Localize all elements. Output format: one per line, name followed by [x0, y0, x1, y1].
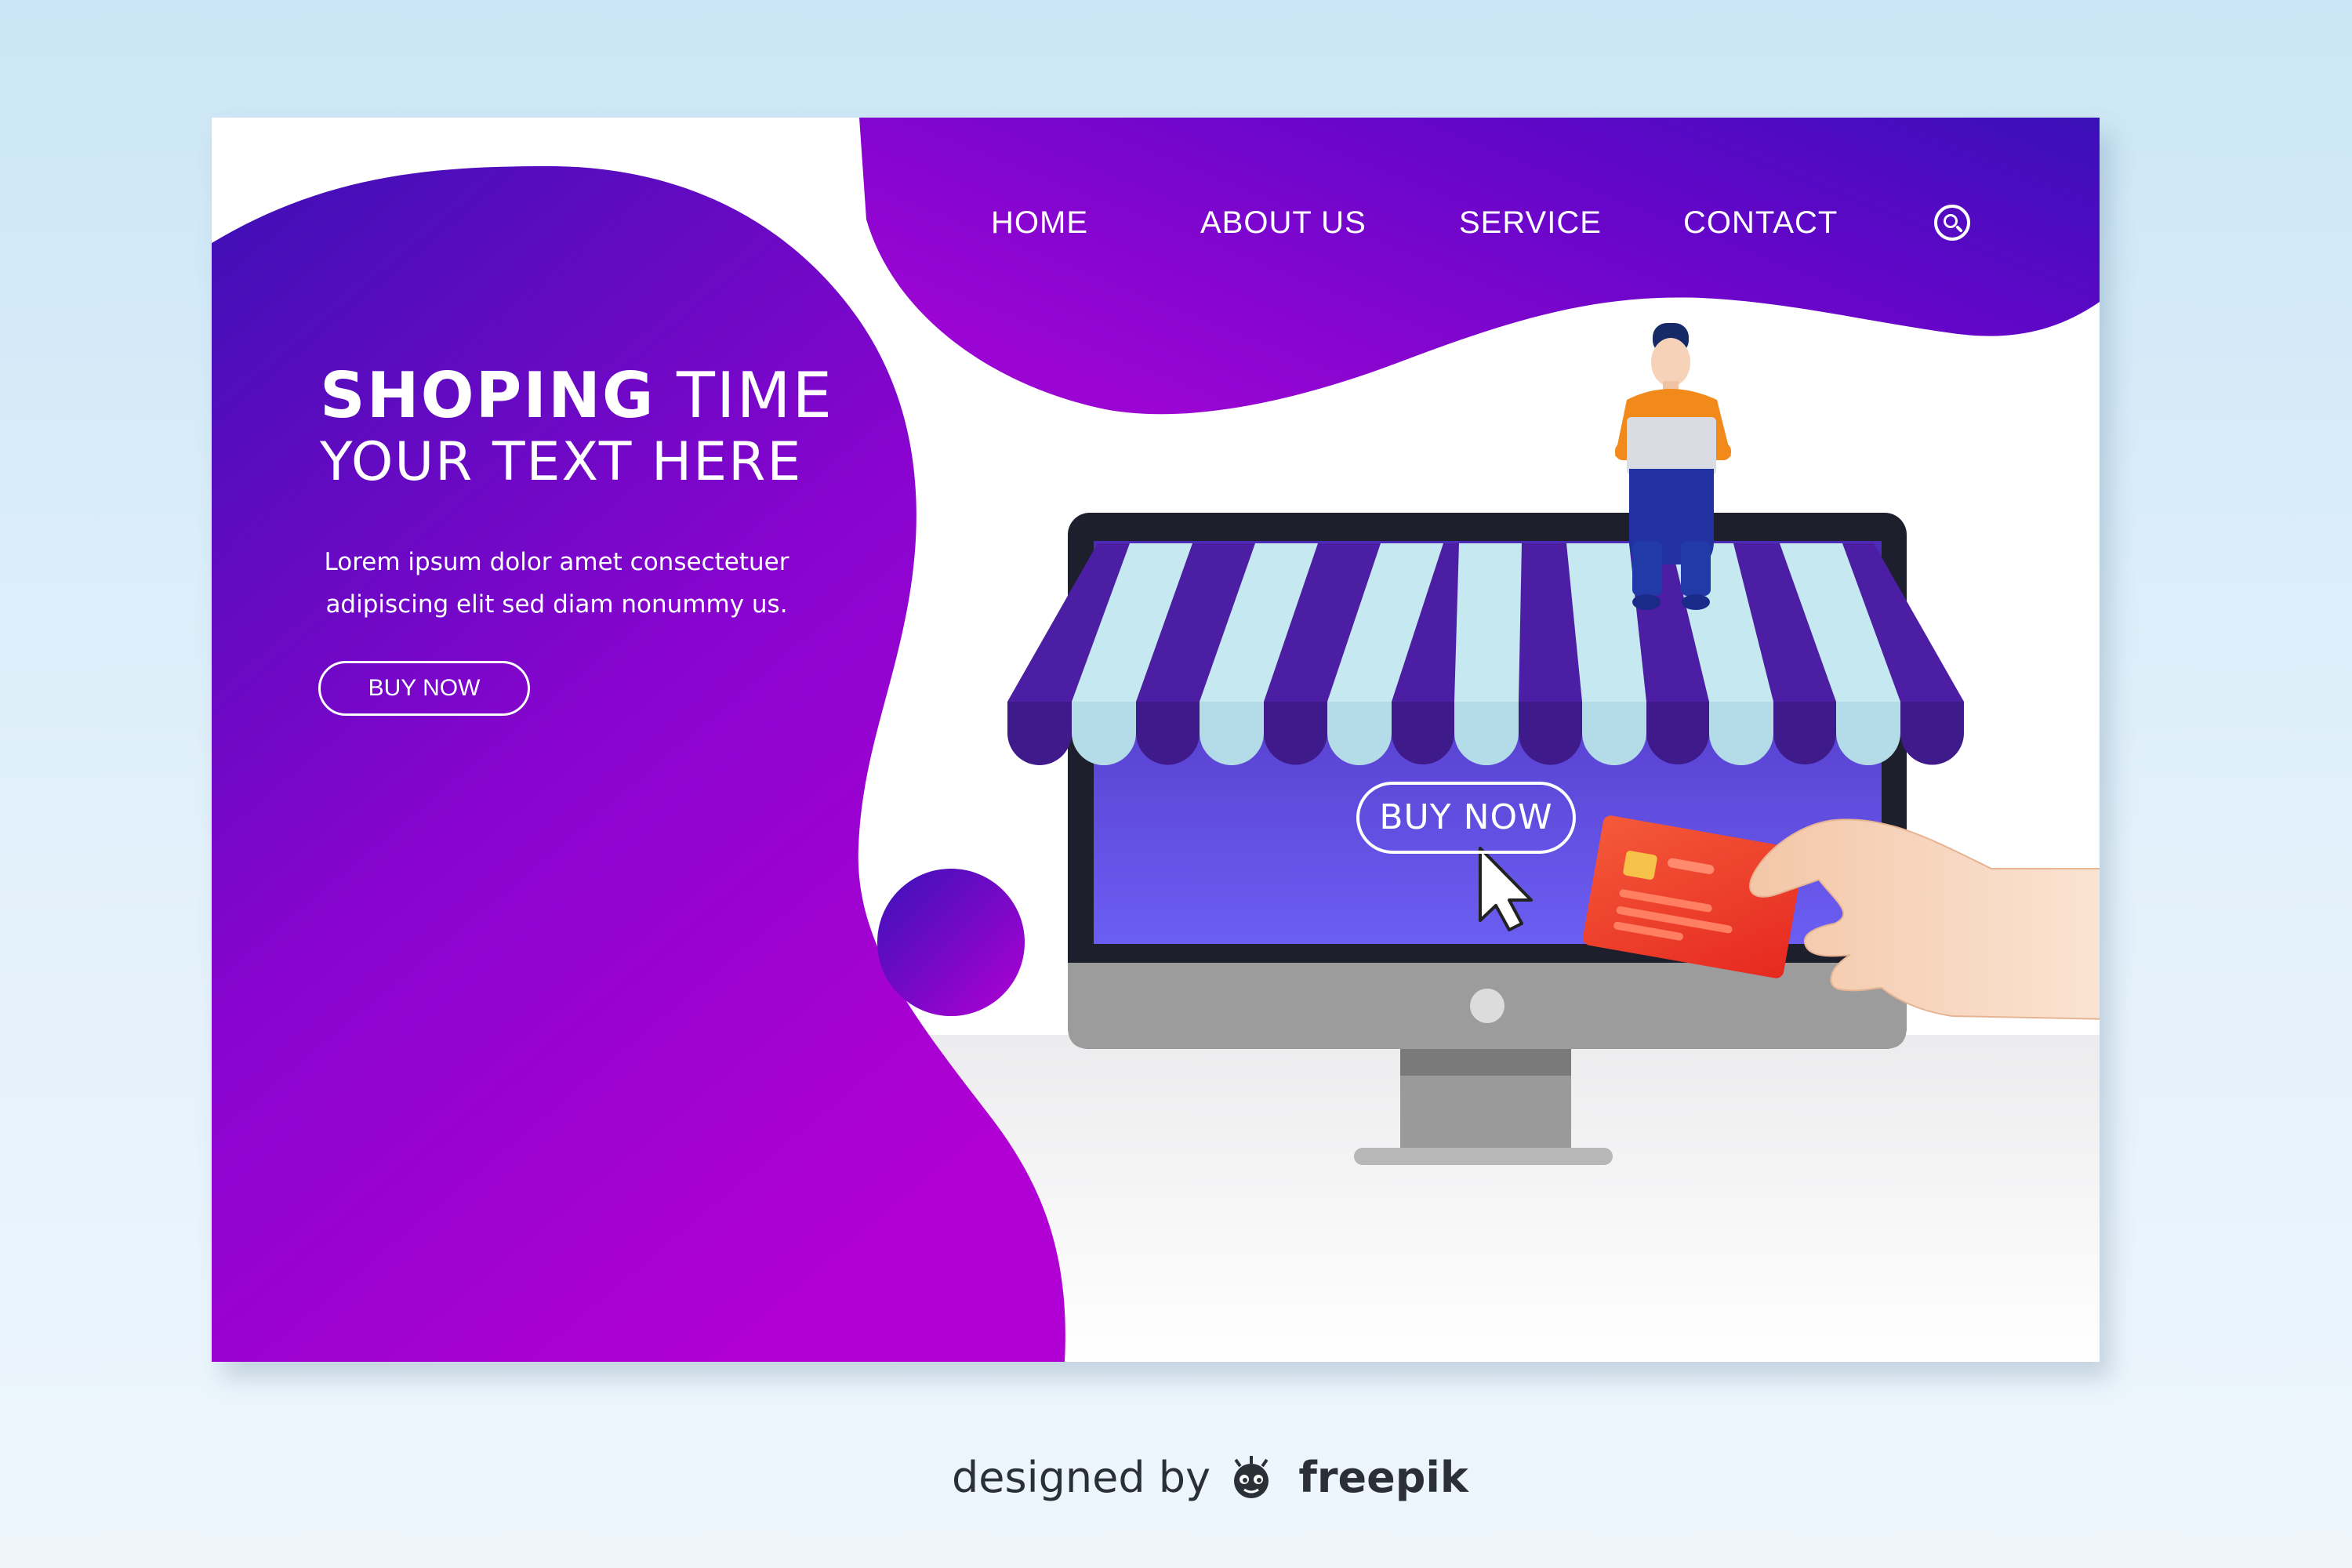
hero-body-text: Lorem ipsum dolor amet consectetuer adip…: [298, 541, 815, 626]
decorative-circle: [877, 869, 1025, 1016]
nav-contact-link[interactable]: CONTACT: [1683, 205, 1838, 241]
person-shin-left: [1632, 541, 1662, 596]
monitor-power-button: [1470, 989, 1504, 1023]
search-icon-handle: [1955, 225, 1963, 233]
search-button[interactable]: [1934, 205, 1970, 241]
hero-body-line: adipiscing elit sed diam nonummy us.: [325, 590, 788, 619]
shop-awning: [1007, 543, 1964, 765]
credit-prefix: designed by: [952, 1453, 1211, 1502]
illustration-layer: [212, 118, 2100, 1362]
hero-subtitle: YOUR TEXT HERE: [320, 431, 803, 493]
person-head: [1651, 338, 1690, 387]
monitor-base: [1354, 1148, 1613, 1165]
nav-home-link[interactable]: HOME: [991, 205, 1088, 241]
credit-brand: freepik: [1298, 1453, 1468, 1502]
hero-buy-now-button[interactable]: BUY NOW: [318, 661, 530, 716]
landing-page-scene: HOME ABOUT US SERVICE CONTACT SHOPING TI…: [0, 0, 2352, 1568]
person-shoe-right: [1682, 594, 1710, 610]
nav-about-link[interactable]: ABOUT US: [1200, 205, 1367, 241]
laptop: [1627, 417, 1716, 475]
person-shoe-left: [1632, 594, 1661, 610]
hero-title-light: TIME: [677, 359, 834, 432]
hero-title-bold: SHOPING: [320, 359, 655, 432]
hero-body-line: Lorem ipsum dolor amet consectetuer: [324, 548, 789, 576]
awning-stripe: [1454, 543, 1522, 702]
person-shin-right: [1681, 541, 1711, 596]
nav-service-link[interactable]: SERVICE: [1459, 205, 1602, 241]
screen-buy-now-button[interactable]: BUY NOW: [1356, 782, 1576, 854]
awning-valance: [1007, 702, 1964, 765]
freepik-logo-icon: [1234, 1456, 1269, 1499]
hero-title: SHOPING TIME: [320, 361, 833, 431]
monitor-neck-shade: [1400, 1047, 1571, 1076]
designed-by-credit: designed by freepik: [952, 1446, 1468, 1509]
